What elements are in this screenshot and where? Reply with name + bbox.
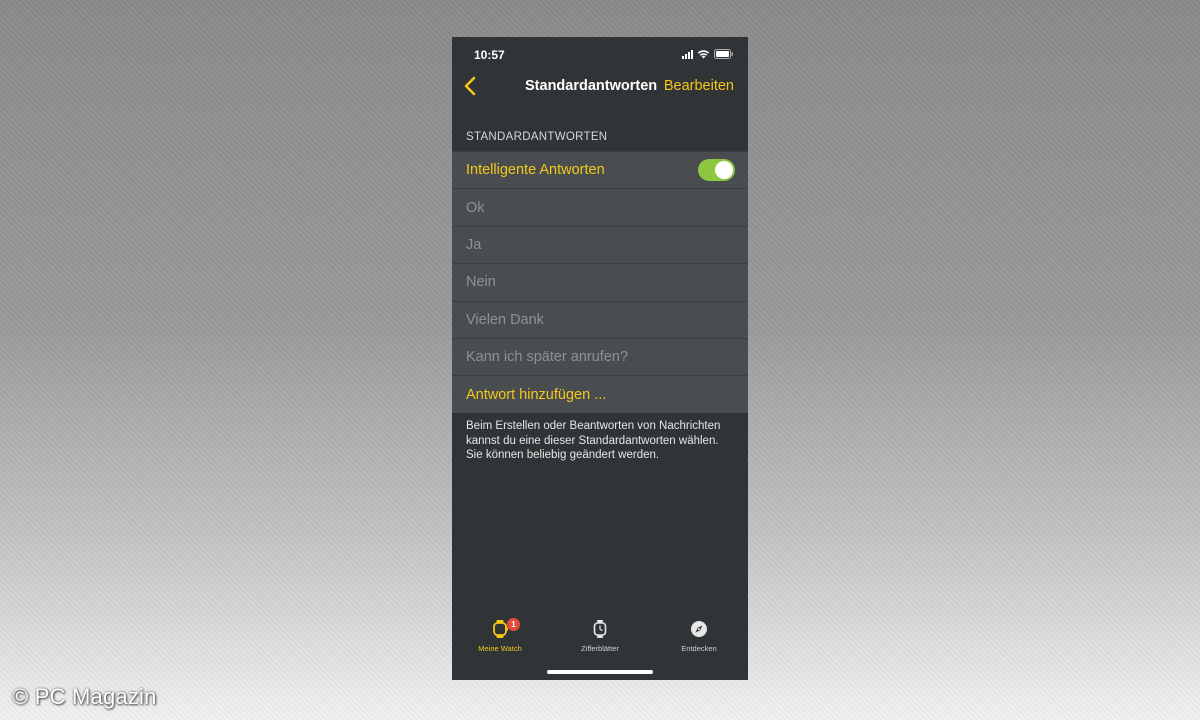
navigation-bar: Standardantworten Bearbeiten bbox=[452, 75, 748, 105]
tab-discover[interactable]: Entdecken bbox=[659, 620, 739, 653]
smart-replies-label: Intelligente Antworten bbox=[466, 162, 605, 179]
tab-bar: 1 Meine Watch Zifferblätter Entdecken bbox=[452, 618, 748, 661]
battery-icon bbox=[714, 49, 734, 59]
tab-label: Meine Watch bbox=[478, 644, 522, 653]
smart-replies-row: Intelligente Antworten bbox=[452, 151, 748, 189]
section-header: STANDARDANTWORTEN bbox=[466, 131, 608, 143]
reply-label: Ok bbox=[466, 199, 485, 216]
add-reply-label: Antwort hinzufügen ... bbox=[466, 386, 607, 403]
edit-button[interactable]: Bearbeiten bbox=[664, 78, 734, 94]
replies-list: Intelligente Antworten Ok Ja Nein Vielen… bbox=[452, 151, 748, 413]
list-item[interactable]: Kann ich später anrufen? bbox=[452, 337, 748, 376]
tab-label: Entdecken bbox=[681, 644, 717, 653]
back-chevron-icon[interactable] bbox=[460, 75, 480, 97]
list-item[interactable]: Vielen Dank bbox=[452, 300, 748, 338]
status-time: 10:57 bbox=[474, 48, 505, 62]
tab-my-watch[interactable]: 1 Meine Watch bbox=[460, 618, 540, 653]
tab-label: Zifferblätter bbox=[581, 644, 619, 653]
tab-watch-faces[interactable]: Zifferblätter bbox=[560, 619, 640, 653]
list-item[interactable]: Ja bbox=[452, 225, 748, 264]
wifi-icon bbox=[697, 49, 710, 59]
page-title: Standardantworten bbox=[525, 78, 658, 94]
notification-badge: 1 bbox=[507, 618, 520, 631]
list-item[interactable]: Nein bbox=[452, 263, 748, 301]
add-reply-button[interactable]: Antwort hinzufügen ... bbox=[452, 375, 748, 413]
section-footer-text: Beim Erstellen oder Beantworten von Nach… bbox=[466, 420, 721, 461]
copyright-watermark: © PC Magazin bbox=[12, 684, 157, 709]
reply-label: Ja bbox=[466, 236, 482, 253]
status-icons bbox=[682, 49, 734, 59]
reply-label: Kann ich später anrufen? bbox=[466, 349, 629, 366]
status-bar: 10:57 bbox=[452, 37, 748, 71]
smart-replies-toggle[interactable] bbox=[698, 159, 735, 181]
cellular-signal-icon bbox=[682, 49, 693, 59]
reply-label: Nein bbox=[466, 274, 496, 291]
phone-screen: 10:57 Standardantworten Bearbeiten STAND… bbox=[452, 37, 748, 680]
list-item[interactable]: Ok bbox=[452, 188, 748, 226]
home-indicator[interactable] bbox=[547, 670, 653, 674]
compass-icon bbox=[690, 620, 708, 643]
reply-label: Vielen Dank bbox=[466, 311, 544, 328]
watch-face-icon bbox=[592, 619, 608, 644]
